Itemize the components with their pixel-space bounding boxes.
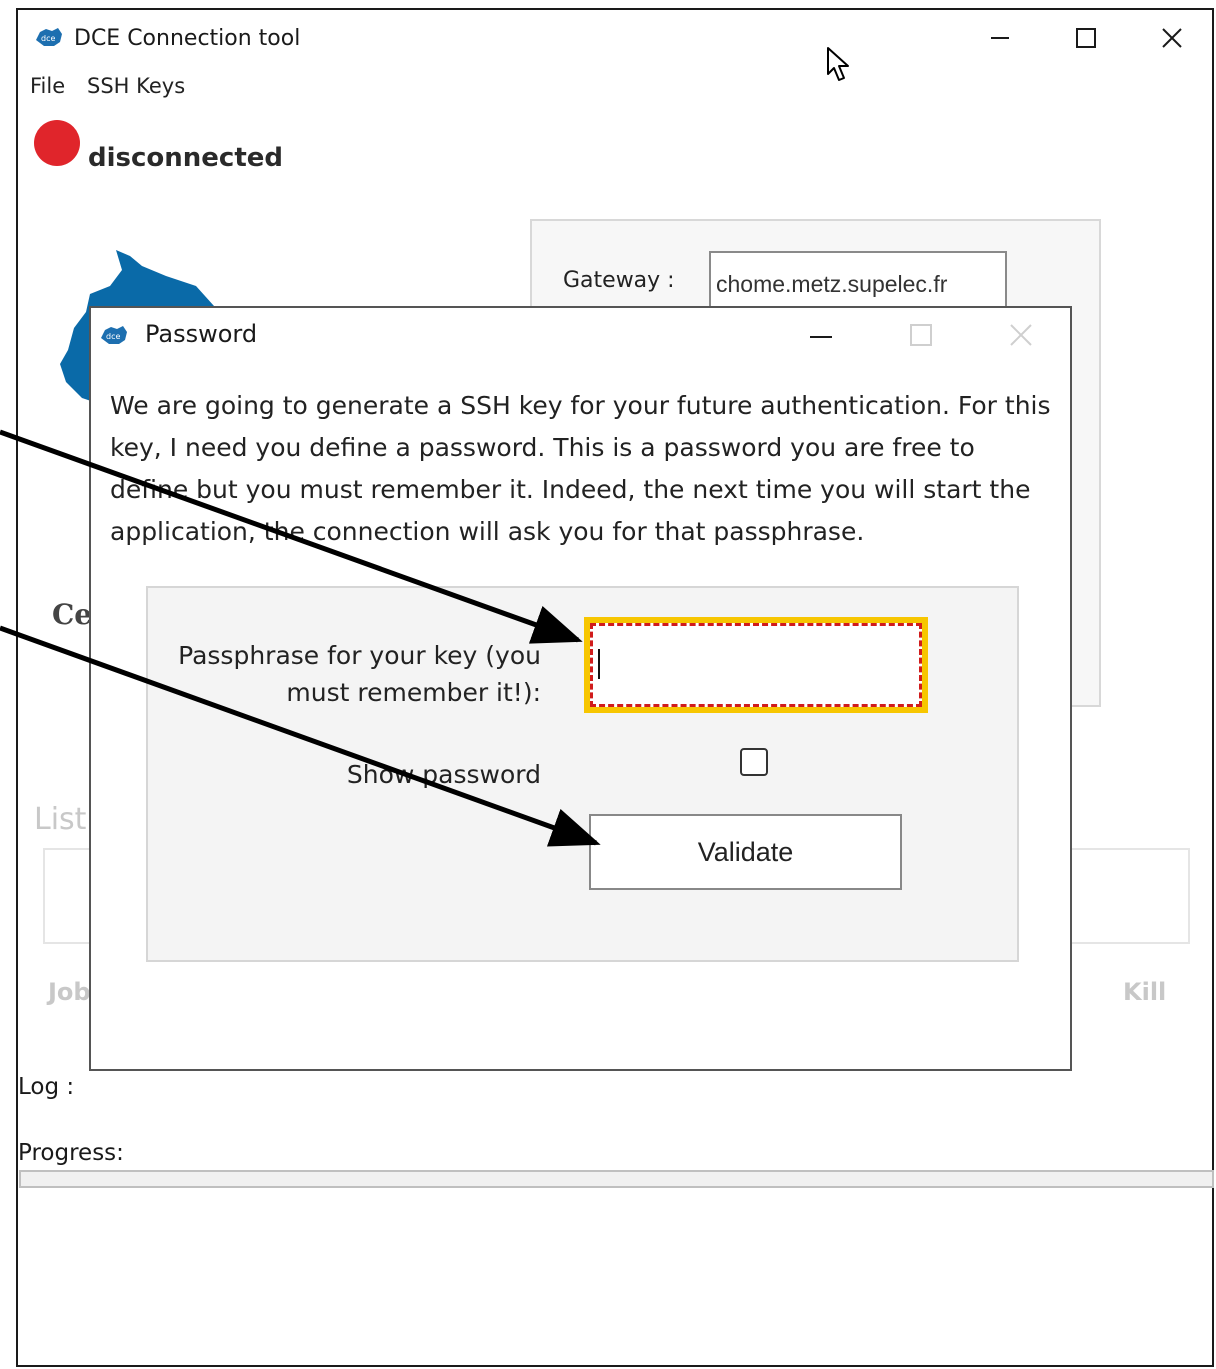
mouse-cursor-icon [827,47,849,81]
arrow-to-validate [0,625,601,847]
arrow-to-passphrase [0,429,583,644]
annotation-arrows [0,429,601,847]
